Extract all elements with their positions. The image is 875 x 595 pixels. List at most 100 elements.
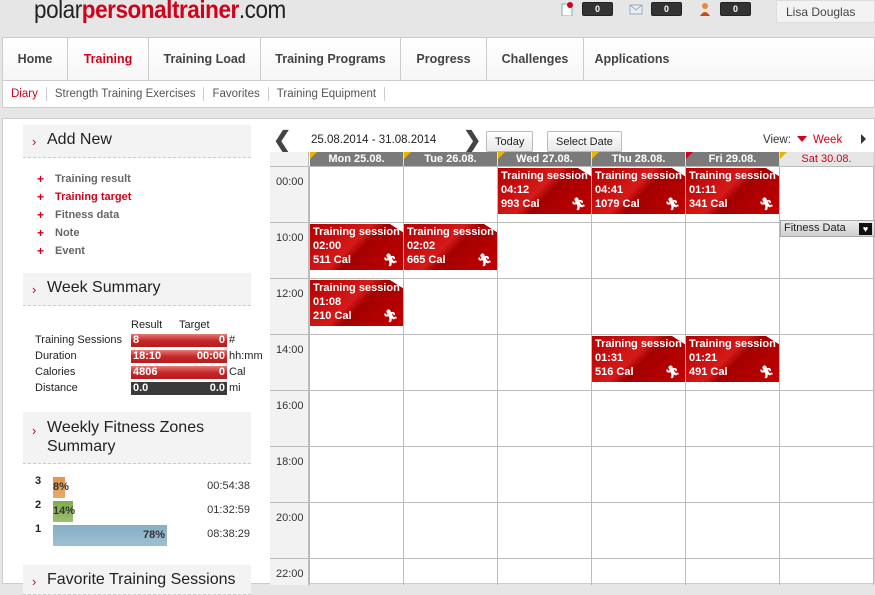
session-title: Training session (313, 282, 400, 294)
add-training-target[interactable]: + Training target (37, 188, 131, 206)
caret-down-icon[interactable] (797, 136, 807, 142)
hour-label: 20:00 (276, 512, 304, 524)
today-button[interactable]: Today (486, 131, 534, 152)
fitness-data-event[interactable]: Fitness Data ♥ (780, 220, 875, 237)
summary-row: Training Sessions 8 0 # (35, 333, 236, 347)
nav-training-load[interactable]: Training Load (149, 38, 261, 80)
sub-nav: Diary Strength Training Exercises Favori… (2, 81, 875, 108)
session-duration: 01:11 (689, 184, 717, 196)
running-icon: 🏃︎ (382, 309, 398, 323)
nav-applications[interactable]: Applications (584, 38, 680, 80)
notification-bar: 0 0 0 (560, 2, 767, 16)
day-header[interactable]: Mon 25.08. (310, 152, 404, 166)
day-header[interactable]: Tue 26.08. (404, 152, 498, 166)
next-week-arrow[interactable]: ❯ (463, 129, 481, 151)
subnav-diary[interactable]: Diary (11, 87, 47, 101)
fitness-data-label: Fitness Data (784, 222, 846, 234)
hour-label: 12:00 (276, 288, 304, 300)
day-header[interactable]: Fri 29.08. (686, 152, 780, 166)
grid-line (685, 166, 686, 585)
session-duration: 01:21 (689, 352, 718, 364)
grid-line (270, 278, 875, 279)
caret-right-icon[interactable] (861, 134, 866, 144)
session-title: Training session (689, 170, 776, 182)
running-icon: 🏃︎ (758, 197, 774, 211)
zone-bar: 14% (53, 501, 75, 522)
training-session-event[interactable]: Training session 01:11 341 Cal 🏃︎ (686, 168, 779, 214)
add-note[interactable]: + Note (37, 224, 131, 242)
running-icon: 🏃︎ (382, 253, 398, 267)
training-session-event[interactable]: Training session 04:12 993 Cal 🏃︎ (498, 168, 591, 214)
nav-challenges[interactable]: Challenges (487, 38, 584, 80)
session-duration: 01:08 (313, 296, 342, 308)
session-title: Training session (313, 226, 400, 238)
add-new-list: + Training result + Training target + Fitne… (37, 170, 131, 260)
favorite-sessions-header[interactable]: › Favorite Training Sessions (23, 565, 251, 595)
training-session-event[interactable]: Training session 02:00 511 Cal 🏃︎ (310, 224, 403, 270)
day-label: Sat 30.08. (801, 153, 852, 165)
add-fitness-data[interactable]: + Fitness data (37, 206, 131, 224)
summary-row: Distance 0.0 0.0 mi (35, 381, 241, 395)
hour-label: 00:00 (276, 176, 304, 188)
site-logo[interactable]: polarpersonaltrainer.com (34, 0, 286, 25)
running-icon: 🏃︎ (570, 197, 586, 211)
heart-icon: ♥ (859, 223, 872, 235)
subnav-strength-exercises[interactable]: Strength Training Exercises (55, 87, 205, 101)
friends-count-badge: 0 (720, 2, 751, 16)
add-training-result[interactable]: + Training result (37, 170, 131, 188)
plus-icon: + (37, 208, 45, 222)
hour-label: 22:00 (276, 568, 304, 580)
session-duration: 02:00 (313, 240, 342, 252)
col-result: Result (131, 319, 163, 331)
nav-home[interactable]: Home (3, 38, 68, 80)
week-summary-table: Result Target Training Sessions 8 0 # Durati… (35, 318, 263, 396)
fitness-zones-header[interactable]: › Weekly Fitness Zones Summary (23, 412, 251, 464)
view-week-option[interactable]: Week (813, 134, 842, 146)
session-title: Training session (595, 338, 682, 350)
zone-bar: 8% (53, 477, 69, 498)
add-event[interactable]: + Event (37, 242, 131, 260)
select-date-button[interactable]: Select Date (547, 131, 622, 152)
day-label: Tue 26.08. (424, 153, 477, 165)
summary-row: Duration 18:10 00:00 hh:mm (35, 349, 263, 363)
calendar-toolbar: ❮ 25.08.2014 - 31.08.2014 ❯ Today Select… (271, 129, 875, 152)
add-new-header[interactable]: › Add New (23, 125, 251, 158)
grid-line (270, 166, 875, 167)
document-icon[interactable] (560, 2, 574, 16)
hour-label: 14:00 (276, 344, 304, 356)
day-label: Thu 28.08. (611, 153, 666, 165)
grid-line (270, 446, 875, 447)
day-header[interactable]: Sat 30.08. (780, 152, 874, 166)
training-session-event[interactable]: Training session 04:41 1079 Cal 🏃︎ (592, 168, 685, 214)
main-nav: Home Training Training Load Training Pro… (2, 37, 875, 81)
session-duration: 04:41 (595, 184, 624, 196)
day-label: Wed 27.08. (516, 153, 573, 165)
training-session-event[interactable]: Training session 01:08 210 Cal 🏃︎ (310, 280, 403, 326)
previous-week-arrow[interactable]: ❮ (273, 129, 291, 151)
plus-icon: + (37, 172, 45, 186)
plus-icon: + (37, 244, 45, 258)
zone-row: 1 78% 08:38:29 (35, 523, 250, 546)
grid-line (270, 502, 875, 503)
training-session-event[interactable]: Training session 01:31 516 Cal 🏃︎ (592, 336, 685, 382)
week-summary-header[interactable]: › Week Summary (23, 273, 251, 306)
nav-progress[interactable]: Progress (401, 38, 487, 80)
zone-row: 2 14% 01:32:59 (35, 499, 250, 522)
nav-training-programs[interactable]: Training Programs (261, 38, 401, 80)
subnav-training-equipment[interactable]: Training Equipment (277, 87, 386, 101)
subnav-favorites[interactable]: Favorites (212, 87, 269, 101)
grid-line (270, 558, 875, 559)
training-session-event[interactable]: Training session 02:02 665 Cal 🏃︎ (404, 224, 497, 270)
person-icon[interactable] (698, 2, 712, 16)
chevron-right-icon: › (32, 134, 37, 149)
mail-icon[interactable] (629, 2, 643, 16)
view-label: View: (763, 134, 791, 146)
grid-line (497, 166, 498, 585)
session-title: Training session (689, 338, 776, 350)
user-menu[interactable]: Lisa Douglas (776, 0, 875, 23)
nav-training[interactable]: Training (68, 38, 149, 80)
day-label: Fri 29.08. (708, 153, 757, 165)
day-header[interactable]: Wed 27.08. (498, 152, 592, 166)
day-header[interactable]: Thu 28.08. (592, 152, 686, 166)
training-session-event[interactable]: Training session 01:21 491 Cal 🏃︎ (686, 336, 779, 382)
